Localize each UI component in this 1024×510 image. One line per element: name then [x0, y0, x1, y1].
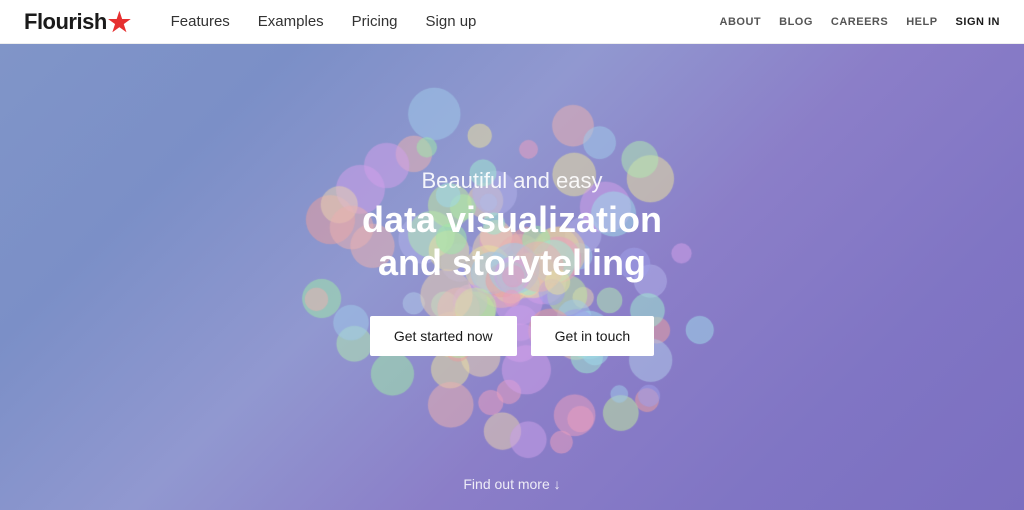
nav-primary: Features Examples Pricing Sign up [171, 13, 720, 30]
hero-buttons: Get started now Get in touch [370, 316, 654, 356]
hero-title-line2: and storytelling [378, 242, 646, 283]
nav-features[interactable]: Features [171, 13, 230, 30]
logo-dot: ★ [108, 9, 131, 35]
hero-content: Beautiful and easy data visualization an… [0, 44, 1024, 510]
nav-blog[interactable]: Blog [779, 16, 813, 28]
nav-careers[interactable]: Careers [831, 16, 888, 28]
nav-pricing[interactable]: Pricing [352, 13, 398, 30]
logo[interactable]: Flourish★ [24, 9, 131, 35]
hero-subtitle: Beautiful and easy [421, 168, 602, 194]
nav-examples[interactable]: Examples [258, 13, 324, 30]
find-out-more-link[interactable]: Find out more ↓ [463, 476, 560, 492]
nav-signup[interactable]: Sign up [426, 13, 477, 30]
nav-secondary: About Blog Careers Help Sign in [720, 16, 1000, 28]
logo-text: Flourish [24, 9, 107, 35]
nav-about[interactable]: About [720, 16, 762, 28]
hero-title-line1: data visualization [362, 199, 662, 240]
nav-signin[interactable]: Sign in [956, 16, 1000, 28]
hero-section: Beautiful and easy data visualization an… [0, 44, 1024, 510]
get-started-button[interactable]: Get started now [370, 316, 517, 356]
get-in-touch-button[interactable]: Get in touch [531, 316, 655, 356]
navbar: Flourish★ Features Examples Pricing Sign… [0, 0, 1024, 44]
nav-help[interactable]: Help [906, 16, 937, 28]
hero-title: data visualization and storytelling [362, 198, 662, 284]
